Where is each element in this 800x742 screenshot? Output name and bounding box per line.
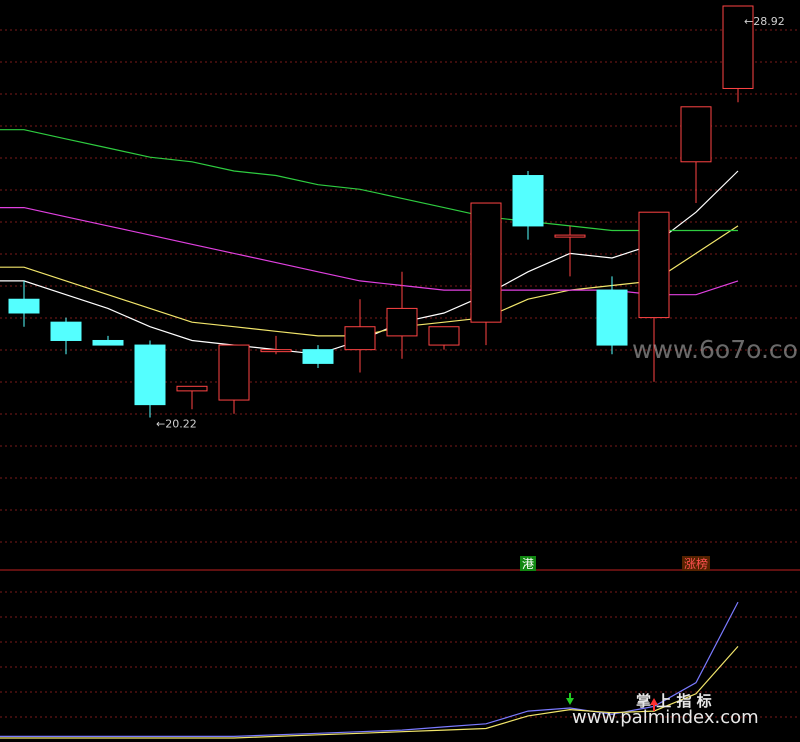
candle-body <box>176 385 208 392</box>
candle-body <box>470 202 502 323</box>
candle-body <box>638 211 670 319</box>
candle <box>8 280 40 327</box>
watermark-top: www.6o7o.com <box>632 335 800 364</box>
candle <box>218 344 250 414</box>
candle-body <box>92 339 124 346</box>
candle <box>470 202 502 346</box>
price-annotation: ←28.92 <box>744 15 785 28</box>
candle-body <box>344 326 376 351</box>
candle-body <box>512 175 544 227</box>
candle <box>554 225 586 277</box>
candle <box>344 299 376 373</box>
candle <box>134 340 166 418</box>
candle-body <box>386 307 418 337</box>
candle <box>260 335 292 355</box>
candle <box>302 345 334 368</box>
candle <box>512 170 544 240</box>
candle <box>428 326 460 350</box>
candle-body <box>680 106 712 163</box>
ma-line-3 <box>0 207 739 296</box>
candle-body <box>428 326 460 346</box>
candle-body <box>596 289 628 346</box>
candle-body <box>302 349 334 364</box>
price-annotation: ←20.22 <box>156 417 197 430</box>
candle-body <box>554 234 586 238</box>
price-annotations: ←20.22 ←28.92 <box>156 15 785 431</box>
candle-body <box>8 298 40 314</box>
candle-body <box>134 344 166 406</box>
candle-body <box>260 349 292 353</box>
ma-line-4 <box>0 129 738 232</box>
marker-label: 涨榜 <box>684 556 708 571</box>
main-panel-grid <box>0 29 800 543</box>
watermark-bottom: www.palmindex.com <box>572 707 759 728</box>
candle-body <box>218 344 250 401</box>
marker-label: 港 <box>522 557 534 571</box>
candle <box>50 317 82 355</box>
candle <box>596 276 628 355</box>
signal-down-arrow-icon <box>566 698 574 705</box>
candle <box>680 106 712 204</box>
candle-body <box>50 321 82 341</box>
candle <box>176 385 208 410</box>
candlestick-chart: ←20.22←28.92 港涨榜 www.6o7o.com 掌 上 指 标 ww… <box>0 5 800 739</box>
candle <box>92 335 124 346</box>
event-markers: 港 涨榜 <box>520 556 710 571</box>
